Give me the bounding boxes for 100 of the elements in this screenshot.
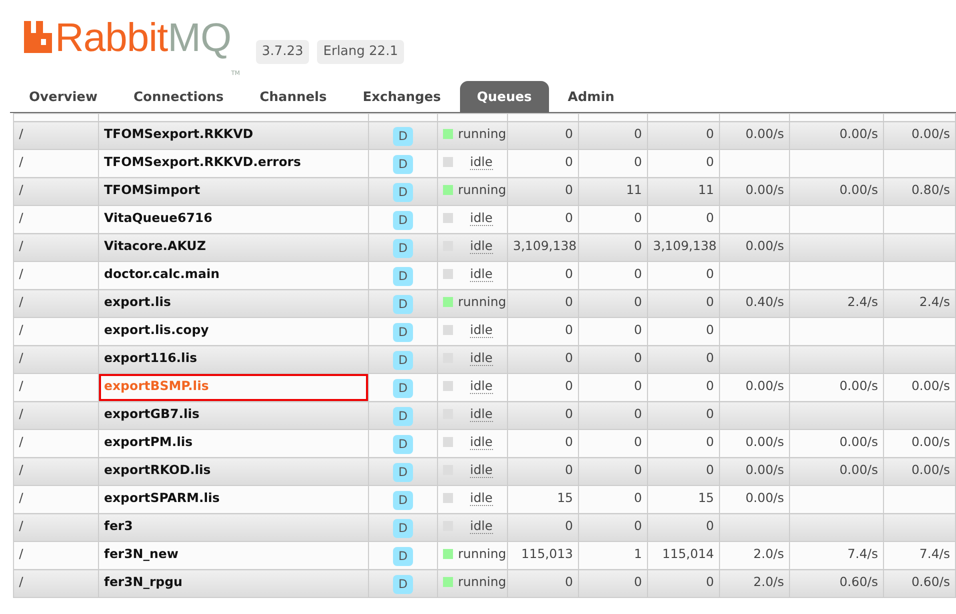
- durable-badge: D: [393, 351, 413, 370]
- rate-value: 0.00/s: [745, 378, 784, 393]
- queue-name-link[interactable]: export.lis: [104, 294, 171, 309]
- message-count: 0: [634, 294, 642, 309]
- state-text: idle: [470, 462, 493, 478]
- nav-tab[interactable]: Exchanges: [346, 81, 458, 112]
- message-count: 15: [557, 490, 573, 505]
- state-text: idle: [470, 434, 493, 450]
- message-count: 0: [565, 266, 573, 281]
- version-label: Erlang 22.1: [317, 40, 404, 64]
- message-count: 0: [706, 518, 714, 533]
- logo-text: MQ: [168, 18, 232, 58]
- queue-name-link[interactable]: fer3N_new: [104, 546, 178, 561]
- message-count: 0: [565, 518, 573, 533]
- vhost-text: /: [19, 490, 24, 505]
- rate-value: 0.00/s: [745, 238, 784, 253]
- vhost-text: /: [19, 182, 24, 197]
- message-count: 0: [565, 574, 573, 589]
- vhost-text: /: [19, 126, 24, 141]
- vhost-text: /: [19, 238, 24, 253]
- message-count: 0: [565, 294, 573, 309]
- message-count: 0: [565, 462, 573, 477]
- message-count: 0: [634, 322, 642, 337]
- vhost-text: /: [19, 378, 24, 393]
- nav-tab[interactable]: Queues: [460, 81, 549, 112]
- message-count: 0: [634, 126, 642, 141]
- nav-tab[interactable]: Channels: [242, 81, 344, 112]
- message-count: 115,014: [662, 546, 714, 561]
- rate-value: 0.00/s: [839, 378, 878, 393]
- durable-badge: D: [393, 323, 413, 342]
- durable-badge: D: [393, 435, 413, 454]
- rate-value: 2.4/s: [919, 294, 950, 309]
- state-text: idle: [470, 406, 493, 422]
- vhost-text: /: [19, 266, 24, 281]
- durable-badge: D: [393, 183, 413, 202]
- vhost-text: /: [19, 294, 24, 309]
- durable-badge: D: [393, 267, 413, 286]
- vhost-text: /: [19, 462, 24, 477]
- queue-name-link[interactable]: exportPM.lis: [104, 434, 193, 449]
- rate-value: 0.00/s: [911, 378, 950, 393]
- message-count: 11: [626, 182, 642, 197]
- message-count: 0: [634, 266, 642, 281]
- queue-name-link[interactable]: fer3: [104, 518, 133, 533]
- message-count: 0: [634, 210, 642, 225]
- message-count: 0: [706, 406, 714, 421]
- state-text: running: [458, 546, 506, 561]
- durable-badge: D: [393, 239, 413, 258]
- durable-badge: D: [393, 295, 413, 314]
- message-count: 0: [706, 294, 714, 309]
- nav-tab[interactable]: Connections: [116, 81, 241, 112]
- rate-value: 0.00/s: [745, 126, 784, 141]
- rate-value: 0.00/s: [745, 182, 784, 197]
- queue-name-link[interactable]: export116.lis: [104, 350, 198, 365]
- state-text: idle: [470, 490, 493, 506]
- vhost-text: /: [19, 406, 24, 421]
- message-count: 0: [706, 350, 714, 365]
- nav-tab[interactable]: Admin: [550, 81, 632, 112]
- rate-value: 0.00/s: [745, 434, 784, 449]
- rate-value: 0.00/s: [839, 462, 878, 477]
- vhost-text: /: [19, 210, 24, 225]
- message-count: 3,109,138: [513, 238, 577, 253]
- rate-value: 0.40/s: [745, 294, 784, 309]
- message-count: 0: [565, 182, 573, 197]
- rate-value: 0.00/s: [911, 434, 950, 449]
- message-count: 0: [634, 574, 642, 589]
- state-text: idle: [470, 350, 493, 366]
- rate-value: 0.60/s: [839, 574, 878, 589]
- message-count: 0: [706, 378, 714, 393]
- rate-value: 0.60/s: [911, 574, 950, 589]
- message-count: 0: [634, 154, 642, 169]
- durable-badge: D: [393, 575, 413, 594]
- queue-name-link[interactable]: fer3N_rpgu: [104, 574, 182, 589]
- message-count: 0: [706, 462, 714, 477]
- state-text: idle: [470, 154, 493, 170]
- vhost-text: /: [19, 154, 24, 169]
- message-count: 0: [706, 574, 714, 589]
- message-count: 115,013: [521, 546, 573, 561]
- durable-badge: D: [393, 463, 413, 482]
- rate-value: 0.00/s: [911, 126, 950, 141]
- queue-name-link[interactable]: TFOMSimport: [104, 182, 200, 197]
- state-text: running: [458, 182, 506, 197]
- rate-value: 7.4/s: [847, 546, 878, 561]
- version-label: 3.7.23: [256, 40, 310, 64]
- message-count: 15: [698, 490, 714, 505]
- nav-tab[interactable]: Overview: [12, 81, 115, 112]
- rate-value: 7.4/s: [919, 546, 950, 561]
- queue-name-link[interactable]: exportGB7.lis: [104, 406, 200, 421]
- message-count: 0: [565, 154, 573, 169]
- state-text: idle: [470, 518, 493, 534]
- state-text: idle: [470, 378, 493, 394]
- state-text: idle: [470, 322, 493, 338]
- rabbit-logo-icon: [24, 21, 52, 53]
- message-count: 0: [634, 434, 642, 449]
- message-count: 0: [565, 406, 573, 421]
- rate-value: 0.00/s: [745, 490, 784, 505]
- message-count: 0: [706, 322, 714, 337]
- message-count: 0: [706, 434, 714, 449]
- vhost-text: /: [19, 574, 24, 589]
- state-text: idle: [470, 266, 493, 282]
- durable-badge: D: [393, 519, 413, 538]
